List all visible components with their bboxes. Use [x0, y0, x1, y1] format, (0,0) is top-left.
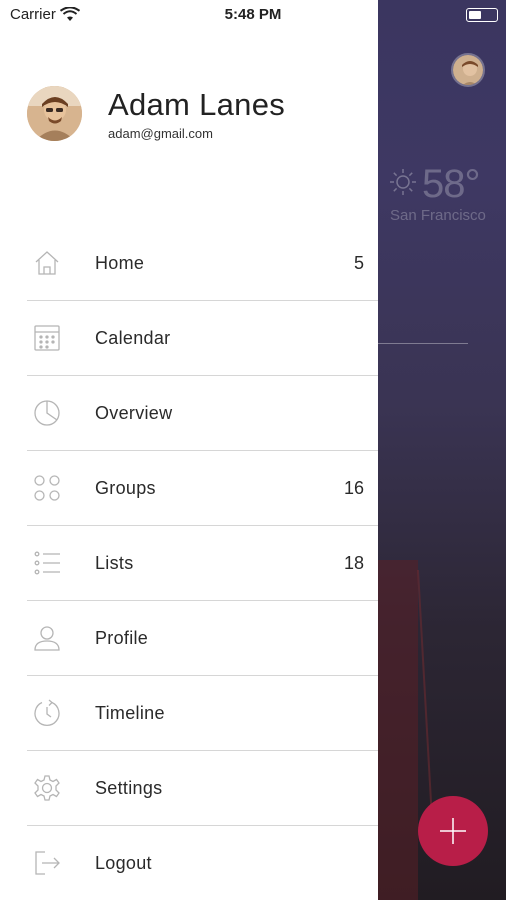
- menu-label: Logout: [95, 852, 152, 873]
- gear-icon: [31, 772, 63, 804]
- menu-item-profile[interactable]: Profile: [27, 601, 378, 676]
- menu-label: Overview: [95, 402, 173, 423]
- profile-header[interactable]: Adam Lanes adam@gmail.com: [27, 86, 285, 141]
- menu-label: Calendar: [95, 327, 171, 348]
- list-icon: [31, 547, 63, 579]
- navigation-drawer: Adam Lanes adam@gmail.com Home 5 Calenda…: [0, 0, 378, 900]
- menu-item-calendar[interactable]: Calendar: [27, 301, 378, 376]
- menu-item-logout[interactable]: Logout: [27, 826, 378, 900]
- badge-count: 5: [353, 252, 364, 273]
- menu-item-home[interactable]: Home 5: [27, 226, 378, 301]
- badge-count: 16: [343, 477, 364, 498]
- home-icon: [31, 247, 63, 279]
- menu-item-groups[interactable]: Groups 16: [27, 451, 378, 526]
- menu-label: Groups: [95, 477, 156, 498]
- divider: [378, 343, 468, 344]
- user-email: adam@gmail.com: [108, 125, 213, 141]
- menu-label: Settings: [95, 777, 163, 798]
- badge-count: 18: [343, 552, 364, 573]
- sun-icon: [388, 167, 418, 202]
- user-name: Adam Lanes: [108, 86, 286, 122]
- calendar-icon: [31, 322, 63, 354]
- menu-label: Home: [95, 252, 145, 273]
- menu-item-settings[interactable]: Settings: [27, 751, 378, 826]
- clock-icon: [31, 697, 63, 729]
- avatar[interactable]: [27, 86, 82, 141]
- menu-item-overview[interactable]: Overview: [27, 376, 378, 451]
- status-bar: Carrier 5:48 PM: [0, 0, 506, 30]
- battery-icon: [466, 8, 498, 22]
- user-icon: [31, 622, 63, 654]
- city-label: San Francisco: [390, 207, 486, 224]
- avatar[interactable]: [451, 53, 485, 87]
- temperature: 58°: [422, 162, 480, 206]
- menu-label: Lists: [95, 552, 134, 573]
- plus-icon: [440, 818, 466, 844]
- status-time: 5:48 PM: [224, 6, 282, 23]
- weather-widget: 58° San Francisco: [388, 162, 486, 224]
- menu-item-timeline[interactable]: Timeline: [27, 676, 378, 751]
- logout-icon: [31, 847, 63, 879]
- menu-label: Timeline: [95, 702, 165, 723]
- groups-icon: [31, 472, 63, 504]
- menu-item-lists[interactable]: Lists 18: [27, 526, 378, 601]
- pie-chart-icon: [31, 397, 63, 429]
- add-button[interactable]: [418, 796, 488, 866]
- menu-label: Profile: [95, 627, 149, 648]
- drawer-menu: Home 5 Calendar Overview Groups 16 Lists…: [27, 226, 378, 900]
